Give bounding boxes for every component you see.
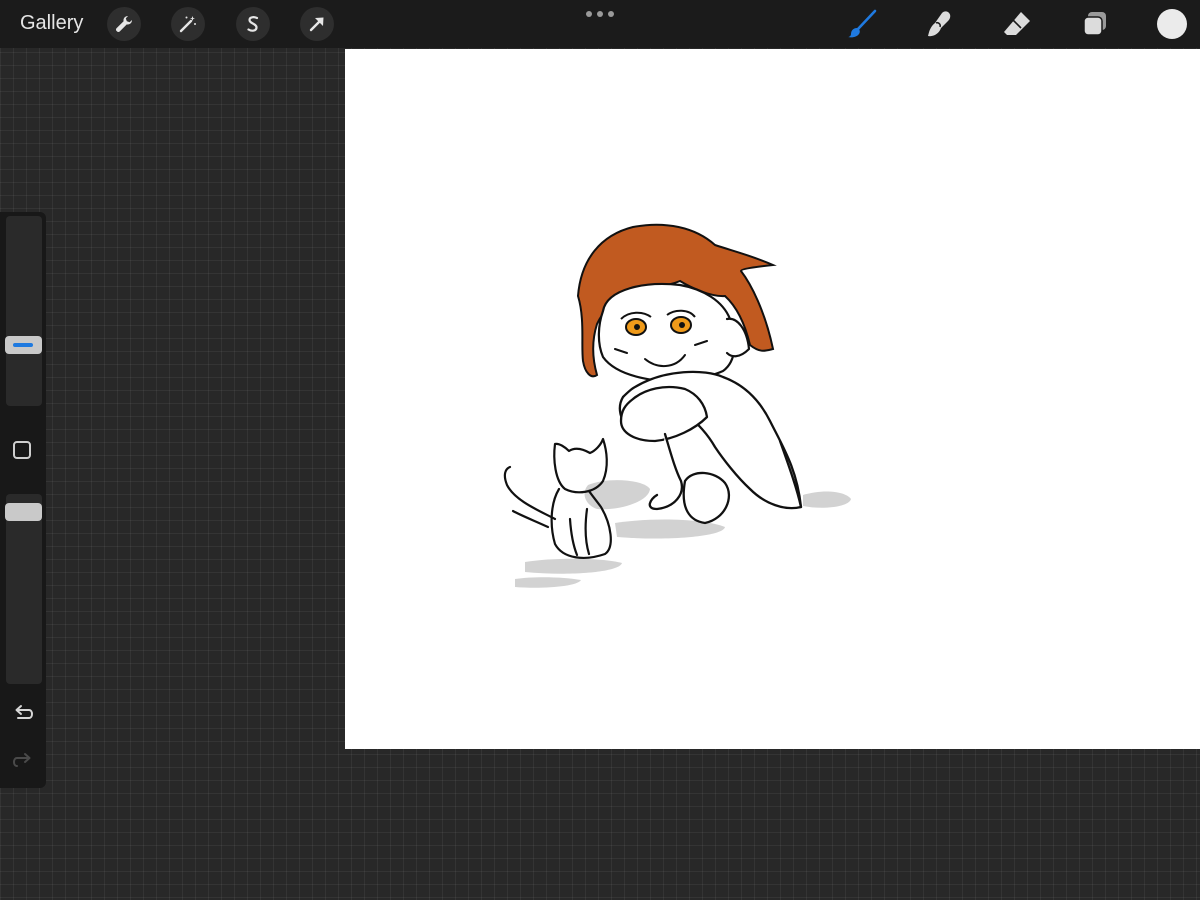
magic-wand-icon bbox=[179, 16, 196, 33]
wrench-icon bbox=[115, 16, 132, 33]
gallery-button[interactable]: Gallery bbox=[20, 12, 83, 35]
drawing-canvas[interactable] bbox=[345, 49, 1200, 749]
left-sidebar bbox=[0, 212, 46, 788]
brush-tool-button[interactable] bbox=[844, 6, 880, 42]
selection-button[interactable] bbox=[236, 7, 270, 41]
adjustments-button[interactable] bbox=[171, 7, 205, 41]
redo-arrow-icon bbox=[12, 753, 31, 767]
smudge-finger-icon bbox=[928, 11, 951, 37]
smudge-tool-button[interactable] bbox=[921, 6, 957, 42]
brush-size-slider[interactable] bbox=[5, 216, 42, 406]
selection-s-icon bbox=[247, 16, 259, 32]
actions-button[interactable] bbox=[107, 7, 141, 41]
opacity-slider[interactable] bbox=[5, 494, 42, 684]
top-toolbar: Gallery bbox=[0, 0, 1200, 48]
artwork-sketch bbox=[503, 223, 851, 588]
eraser-icon bbox=[1004, 12, 1030, 35]
color-picker-button[interactable] bbox=[1157, 9, 1187, 39]
transform-button[interactable] bbox=[300, 7, 334, 41]
arrow-cursor-icon bbox=[309, 17, 324, 32]
brush-size-handle[interactable] bbox=[5, 336, 42, 354]
opacity-handle[interactable] bbox=[5, 503, 42, 521]
layers-icon bbox=[1083, 12, 1106, 36]
undo-arrow-icon bbox=[15, 705, 34, 719]
brush-icon bbox=[848, 9, 877, 38]
modify-button[interactable] bbox=[13, 441, 31, 459]
redo-button[interactable] bbox=[9, 746, 37, 774]
undo-button[interactable] bbox=[9, 698, 37, 726]
eraser-tool-button[interactable] bbox=[999, 6, 1035, 42]
girl-body bbox=[618, 370, 803, 525]
cat-sketch bbox=[503, 437, 612, 559]
more-menu-button[interactable] bbox=[586, 8, 614, 20]
three-dots-icon bbox=[586, 11, 592, 17]
layers-button[interactable] bbox=[1077, 6, 1113, 42]
